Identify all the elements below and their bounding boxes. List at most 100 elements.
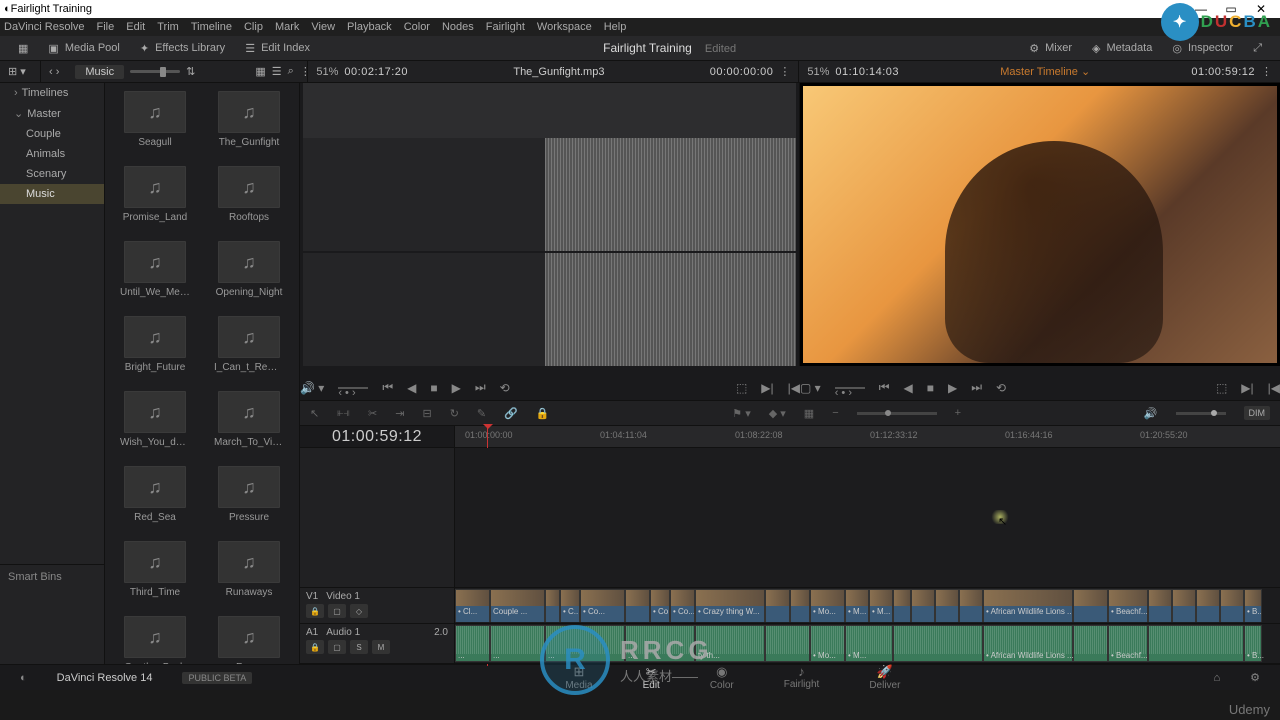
sort-icon[interactable]: ⇅: [186, 65, 195, 78]
audio-clip[interactable]: [1073, 625, 1108, 662]
media-item[interactable]: ♫Rooftops: [214, 166, 284, 223]
mute-button[interactable]: M: [372, 640, 390, 654]
bin-animals[interactable]: Animals: [0, 144, 104, 164]
lock-track-button[interactable]: 🔒: [306, 604, 324, 618]
menu-nodes[interactable]: Nodes: [442, 21, 474, 33]
loop-icon[interactable]: ⟲: [500, 381, 510, 395]
media-item[interactable]: ♫Until_We_Meet_Again: [120, 241, 190, 298]
video-clip[interactable]: [790, 589, 810, 622]
reverse-icon[interactable]: ◀: [904, 381, 913, 395]
menu-workspace[interactable]: Workspace: [537, 21, 592, 33]
jog-wheel[interactable]: ‹ • ›: [338, 387, 368, 389]
link-icon[interactable]: 🔗: [504, 407, 518, 420]
menu-trim[interactable]: Trim: [157, 21, 179, 33]
video-clip[interactable]: [959, 589, 983, 622]
layout-icon[interactable]: ▦: [8, 36, 38, 60]
search-icon[interactable]: ⌕: [288, 65, 294, 78]
first-frame-icon[interactable]: ⏮: [382, 380, 393, 395]
program-zoom[interactable]: 51%: [807, 66, 829, 78]
speaker-icon[interactable]: 🔊: [1144, 407, 1158, 420]
menu-timeline[interactable]: Timeline: [191, 21, 232, 33]
page-media[interactable]: ⊞Media: [565, 664, 592, 691]
disable-track-button[interactable]: ◇: [350, 604, 368, 618]
menu-view[interactable]: View: [311, 21, 335, 33]
source-options-icon[interactable]: ⋮: [779, 65, 790, 78]
volume-slider[interactable]: [1176, 412, 1226, 415]
loop-icon[interactable]: ⟲: [996, 381, 1006, 395]
menu-fairlight[interactable]: Fairlight: [486, 21, 525, 33]
dim-button[interactable]: DIM: [1244, 406, 1271, 420]
media-item[interactable]: ♫I_Can_t_Remmber_I...: [214, 316, 284, 373]
media-item[interactable]: ♫On_the_Bach: [120, 616, 190, 664]
audio-lane[interactable]: ............ty th...• Mo...• M...• Afric…: [455, 624, 1280, 664]
video-clip[interactable]: • African Wildlife Lions ...: [983, 589, 1073, 622]
source-scrubber[interactable]: [300, 366, 800, 375]
audio-clip[interactable]: • B...: [1244, 625, 1262, 662]
last-frame-icon[interactable]: ⏭: [971, 380, 982, 395]
media-item[interactable]: ♫Opening_Night: [214, 241, 284, 298]
insert-icon[interactable]: ⇥: [395, 407, 404, 420]
bin-master[interactable]: Master: [0, 103, 104, 124]
audio-scrub-icon[interactable]: 🔊 ▾: [300, 381, 324, 395]
audio-clip[interactable]: [893, 625, 983, 662]
video-lane[interactable]: • Cl...Couple ...• C...• Co...• Co...• C…: [455, 588, 1280, 624]
audio-clip[interactable]: • African Wildlife Lions ...: [983, 625, 1073, 662]
stop-icon[interactable]: ■: [430, 381, 437, 395]
video-clip[interactable]: [1148, 589, 1172, 622]
video-clip[interactable]: [1196, 589, 1220, 622]
effects-library-button[interactable]: ✦ Effects Library: [130, 36, 235, 60]
menu-edit[interactable]: Edit: [126, 21, 145, 33]
grid-view-icon[interactable]: ▦: [255, 65, 265, 78]
video-clip[interactable]: [1220, 589, 1244, 622]
waveform-left[interactable]: [303, 138, 796, 251]
first-frame-icon[interactable]: ⏮: [879, 380, 890, 395]
audio-clip[interactable]: [765, 625, 810, 662]
menu-file[interactable]: File: [97, 21, 115, 33]
video-clip[interactable]: Couple ...: [490, 589, 545, 622]
audio-clip[interactable]: • Beachf...: [1108, 625, 1148, 662]
zoom-out-icon[interactable]: −: [832, 407, 838, 419]
audio-clip[interactable]: ty th...: [695, 625, 765, 662]
media-item[interactable]: ♫Runaways: [214, 541, 284, 598]
audio-clip[interactable]: ...: [455, 625, 490, 662]
play-icon[interactable]: ▶: [452, 381, 461, 395]
audio-track-header[interactable]: A1Audio 12.0 🔒▢SM: [300, 624, 454, 664]
menu-playback[interactable]: Playback: [347, 21, 392, 33]
mixer-button[interactable]: ⚙ Mixer: [1019, 36, 1082, 60]
program-scrubber[interactable]: [800, 366, 1280, 375]
video-clip[interactable]: • Crazy thing W...: [695, 589, 765, 622]
menu-davinci-resolve[interactable]: DaVinci Resolve: [4, 21, 85, 33]
media-item[interactable]: ♫Promise_Land: [120, 166, 190, 223]
media-pool-button[interactable]: ▣ Media Pool: [38, 36, 129, 60]
media-item[interactable]: ♫Pressure: [214, 466, 284, 523]
bin-selector[interactable]: Music: [75, 65, 124, 79]
timeline-ruler[interactable]: 01:00:59:12 01:00:00:0001:04:11:0401:08:…: [300, 426, 1280, 448]
snap-icon[interactable]: ▦: [804, 407, 814, 420]
razor-icon[interactable]: ✎: [477, 407, 486, 420]
video-clip[interactable]: • Co...: [650, 589, 670, 622]
list-view-icon[interactable]: ☰: [272, 65, 282, 78]
media-options-icon[interactable]: ⊞ ▾: [0, 61, 40, 82]
video-clip[interactable]: [935, 589, 959, 622]
video-clip[interactable]: • Mo...: [810, 589, 845, 622]
marker-icon[interactable]: ◆ ▾: [769, 407, 786, 420]
timeline-ticks[interactable]: 01:00:00:0001:04:11:0401:08:22:0801:12:3…: [455, 426, 1280, 447]
page-edit[interactable]: ✂Edit: [643, 664, 660, 691]
trim-tool-icon[interactable]: ⫦⫣: [337, 407, 350, 420]
video-clip[interactable]: [625, 589, 650, 622]
reverse-icon[interactable]: ◀: [407, 381, 416, 395]
metadata-button[interactable]: ◈ Metadata: [1082, 36, 1162, 60]
menu-color[interactable]: Color: [404, 21, 430, 33]
video-clip[interactable]: [893, 589, 911, 622]
program-viewer[interactable]: [800, 83, 1280, 366]
video-clip[interactable]: • C...: [560, 589, 580, 622]
bin-nav[interactable]: ‹ ›: [41, 61, 67, 82]
blade-tool-icon[interactable]: ✂: [368, 407, 377, 420]
stop-icon[interactable]: ■: [927, 381, 934, 395]
flag-icon[interactable]: ⚑ ▾: [732, 407, 750, 420]
thumb-size-slider[interactable]: [130, 70, 180, 73]
video-clip[interactable]: • Co...: [580, 589, 625, 622]
program-options-icon[interactable]: ⋮: [1261, 65, 1272, 78]
video-clip[interactable]: [1073, 589, 1108, 622]
timeline-name[interactable]: Master Timeline ⌄: [905, 65, 1185, 78]
